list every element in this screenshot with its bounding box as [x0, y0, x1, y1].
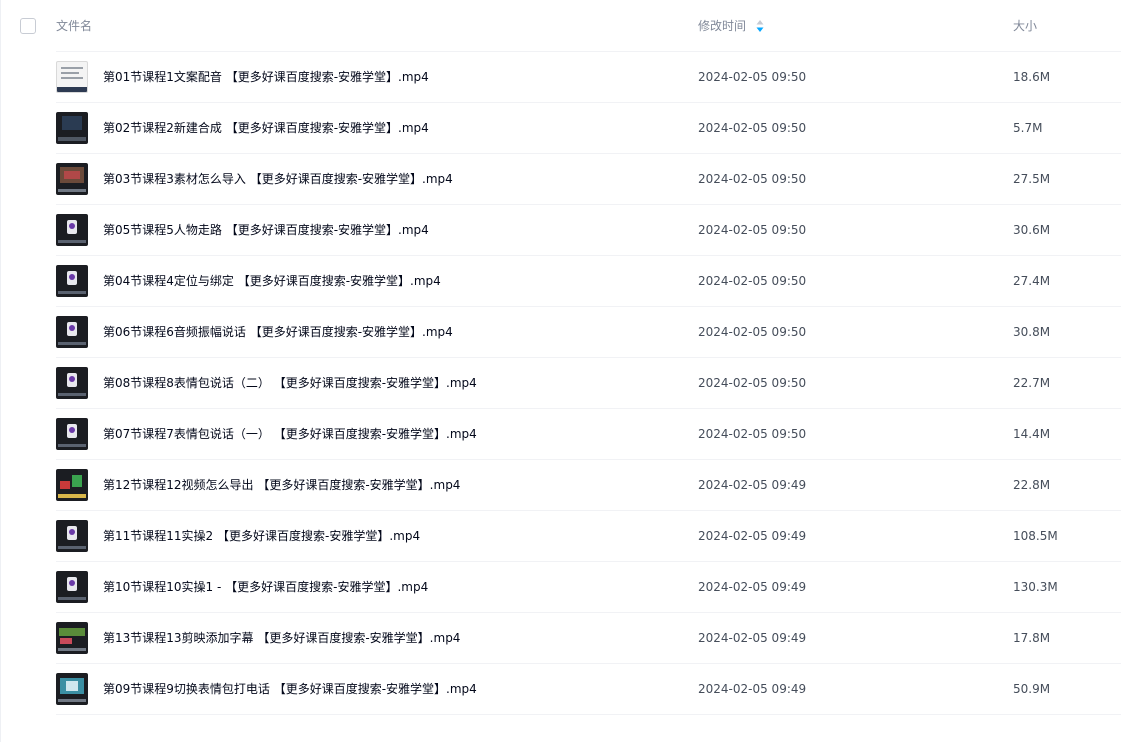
file-modified-time: 2024-02-05 09:49 [698, 529, 807, 543]
video-thumbnail[interactable] [56, 112, 88, 144]
video-thumbnail[interactable] [56, 61, 88, 93]
file-row[interactable]: 第12节课程12视频怎么导出 【更多好课百度搜索-安雅学堂】.mp4 2024-0… [0, 460, 1121, 511]
file-name[interactable]: 第09节课程9切换表情包打电话 【更多好课百度搜索-安雅学堂】.mp4 [103, 681, 477, 697]
file-row[interactable]: 第05节课程5人物走路 【更多好课百度搜索-安雅学堂】.mp4 2024-02-0… [0, 205, 1121, 256]
file-list: 第01节课程1文案配音 【更多好课百度搜索-安雅学堂】.mp4 2024-02-0… [0, 52, 1121, 715]
column-header-modified-time[interactable]: 修改时间 [698, 18, 746, 34]
file-size: 27.5M [1013, 172, 1051, 186]
file-name[interactable]: 第07节课程7表情包说话（一） 【更多好课百度搜索-安雅学堂】.mp4 [103, 426, 477, 442]
video-thumbnail[interactable] [56, 469, 88, 501]
video-thumbnail[interactable] [56, 214, 88, 246]
sort-arrow-icon[interactable] [756, 19, 764, 33]
file-row[interactable]: 第06节课程6音频振幅说话 【更多好课百度搜索-安雅学堂】.mp4 2024-02… [0, 307, 1121, 358]
video-thumbnail[interactable] [56, 367, 88, 399]
file-size: 18.6M [1013, 70, 1051, 84]
file-row[interactable]: 第09节课程9切换表情包打电话 【更多好课百度搜索-安雅学堂】.mp4 2024-… [0, 664, 1121, 715]
file-row[interactable]: 第11节课程11实操2 【更多好课百度搜索-安雅学堂】.mp4 2024-02-0… [0, 511, 1121, 562]
file-name[interactable]: 第04节课程4定位与绑定 【更多好课百度搜索-安雅学堂】.mp4 [103, 273, 441, 289]
file-row[interactable]: 第02节课程2新建合成 【更多好课百度搜索-安雅学堂】.mp4 2024-02-0… [0, 103, 1121, 154]
video-thumbnail[interactable] [56, 316, 88, 348]
file-size: 50.9M [1013, 682, 1051, 696]
video-thumbnail[interactable] [56, 265, 88, 297]
file-name[interactable]: 第08节课程8表情包说话（二） 【更多好课百度搜索-安雅学堂】.mp4 [103, 375, 477, 391]
file-modified-time: 2024-02-05 09:49 [698, 478, 807, 492]
file-row[interactable]: 第10节课程10实操1 - 【更多好课百度搜索-安雅学堂】.mp4 2024-02… [0, 562, 1121, 613]
file-row[interactable]: 第08节课程8表情包说话（二） 【更多好课百度搜索-安雅学堂】.mp4 2024-… [0, 358, 1121, 409]
file-row[interactable]: 第03节课程3素材怎么导入 【更多好课百度搜索-安雅学堂】.mp4 2024-02… [0, 154, 1121, 205]
file-name[interactable]: 第05节课程5人物走路 【更多好课百度搜索-安雅学堂】.mp4 [103, 222, 429, 238]
file-size: 22.7M [1013, 376, 1051, 390]
file-row[interactable]: 第13节课程13剪映添加字幕 【更多好课百度搜索-安雅学堂】.mp4 2024-0… [0, 613, 1121, 664]
file-modified-time: 2024-02-05 09:50 [698, 427, 807, 441]
file-size: 108.5M [1013, 529, 1058, 543]
video-thumbnail[interactable] [56, 418, 88, 450]
file-row[interactable]: 第04节课程4定位与绑定 【更多好课百度搜索-安雅学堂】.mp4 2024-02-… [0, 256, 1121, 307]
file-size: 130.3M [1013, 580, 1058, 594]
file-list-header: 文件名 修改时间 大小 [0, 0, 1121, 52]
file-modified-time: 2024-02-05 09:49 [698, 682, 807, 696]
video-thumbnail[interactable] [56, 520, 88, 552]
file-name[interactable]: 第10节课程10实操1 - 【更多好课百度搜索-安雅学堂】.mp4 [103, 579, 428, 595]
file-name[interactable]: 第06节课程6音频振幅说话 【更多好课百度搜索-安雅学堂】.mp4 [103, 324, 453, 340]
file-size: 22.8M [1013, 478, 1051, 492]
column-header-filename[interactable]: 文件名 [56, 18, 92, 34]
select-all-checkbox[interactable] [20, 18, 36, 34]
file-name[interactable]: 第12节课程12视频怎么导出 【更多好课百度搜索-安雅学堂】.mp4 [103, 477, 460, 493]
file-modified-time: 2024-02-05 09:49 [698, 580, 807, 594]
video-thumbnail[interactable] [56, 622, 88, 654]
file-size: 17.8M [1013, 631, 1051, 645]
column-header-size[interactable]: 大小 [1013, 18, 1037, 34]
video-thumbnail[interactable] [56, 163, 88, 195]
file-modified-time: 2024-02-05 09:50 [698, 325, 807, 339]
file-modified-time: 2024-02-05 09:50 [698, 274, 807, 288]
file-modified-time: 2024-02-05 09:50 [698, 70, 807, 84]
file-size: 14.4M [1013, 427, 1051, 441]
file-name[interactable]: 第13节课程13剪映添加字幕 【更多好课百度搜索-安雅学堂】.mp4 [103, 630, 460, 646]
file-modified-time: 2024-02-05 09:50 [698, 223, 807, 237]
file-size: 5.7M [1013, 121, 1043, 135]
video-thumbnail[interactable] [56, 571, 88, 603]
file-name[interactable]: 第02节课程2新建合成 【更多好课百度搜索-安雅学堂】.mp4 [103, 120, 429, 136]
video-thumbnail[interactable] [56, 673, 88, 705]
file-modified-time: 2024-02-05 09:50 [698, 172, 807, 186]
file-modified-time: 2024-02-05 09:50 [698, 121, 807, 135]
row-divider [56, 714, 1121, 715]
file-row[interactable]: 第07节课程7表情包说话（一） 【更多好课百度搜索-安雅学堂】.mp4 2024-… [0, 409, 1121, 460]
file-size: 30.6M [1013, 223, 1051, 237]
file-size: 27.4M [1013, 274, 1051, 288]
file-name[interactable]: 第01节课程1文案配音 【更多好课百度搜索-安雅学堂】.mp4 [103, 69, 429, 85]
file-name[interactable]: 第03节课程3素材怎么导入 【更多好课百度搜索-安雅学堂】.mp4 [103, 171, 453, 187]
file-modified-time: 2024-02-05 09:50 [698, 376, 807, 390]
file-modified-time: 2024-02-05 09:49 [698, 631, 807, 645]
file-size: 30.8M [1013, 325, 1051, 339]
file-name[interactable]: 第11节课程11实操2 【更多好课百度搜索-安雅学堂】.mp4 [103, 528, 420, 544]
file-row[interactable]: 第01节课程1文案配音 【更多好课百度搜索-安雅学堂】.mp4 2024-02-0… [0, 52, 1121, 103]
